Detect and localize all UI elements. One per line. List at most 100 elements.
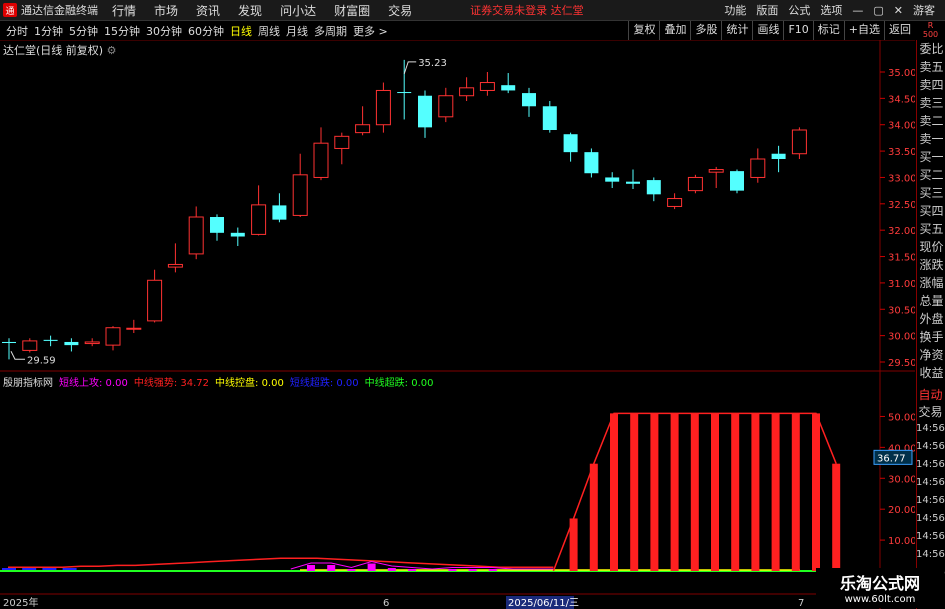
high-marker [403, 61, 417, 75]
menu-news[interactable]: 资讯 [196, 2, 220, 19]
candle-body [687, 176, 703, 192]
quote-buy4[interactable]: 买四 [917, 202, 945, 220]
mid-strong-bar [771, 413, 780, 571]
minimize-icon[interactable]: — [852, 4, 863, 17]
guest-label[interactable]: 游客 [913, 2, 935, 18]
quote-change-pct[interactable]: 涨幅 [917, 274, 945, 292]
quote-volume[interactable]: 总量 [917, 292, 945, 310]
quote-sell1[interactable]: 卖一 [917, 130, 945, 148]
candle-body [126, 327, 142, 330]
period-15min[interactable]: 15分钟 [104, 23, 140, 39]
period-30min[interactable]: 30分钟 [146, 23, 182, 39]
tool-back[interactable]: 返回 [884, 21, 915, 40]
watermark-url: www.60lt.com [844, 594, 916, 605]
quote-earnings[interactable]: 收益 [917, 364, 945, 382]
candle-body [479, 82, 495, 91]
trade-label[interactable]: 交易 [916, 403, 945, 420]
quote-sell3[interactable]: 卖三 [917, 94, 945, 112]
auto-label[interactable]: 自动 [916, 386, 945, 403]
menu-trade[interactable]: 交易 [388, 2, 412, 19]
tool-mark[interactable]: 标记 [812, 21, 844, 40]
mid-strong-bar [711, 413, 719, 571]
quote-change[interactable]: 涨跌 [917, 256, 945, 274]
candle-body [188, 216, 204, 255]
quote-buy5[interactable]: 买五 [917, 220, 945, 238]
menu-wealth[interactable]: 财富圈 [334, 2, 370, 19]
short-attack-bar [367, 563, 376, 571]
candle-body [605, 177, 620, 182]
quote-turnover[interactable]: 换手 [917, 328, 945, 346]
tool-add-favorite[interactable]: +自选 [843, 21, 884, 40]
menu-formula[interactable]: 公式 [788, 2, 810, 18]
short-attack-bar [347, 569, 356, 571]
date-start: 2025年 [3, 596, 38, 609]
price-tick-label: 34.00 [888, 121, 915, 132]
high-label: 35.23 [418, 58, 447, 69]
low-marker [10, 351, 25, 360]
quote-buy1[interactable]: 买一 [917, 148, 945, 166]
menu-layout[interactable]: 版面 [756, 2, 778, 18]
mid-strong-bar [650, 413, 659, 571]
menu-options[interactable]: 选项 [820, 2, 842, 18]
quote-ratio[interactable]: 委比 [917, 40, 945, 58]
tool-statistics[interactable]: 统计 [721, 21, 752, 40]
indicator-name[interactable]: 殷朋指标网 [3, 374, 53, 389]
close-icon[interactable]: ✕ [894, 4, 903, 17]
app-title: 通达信金融终端 [21, 4, 98, 17]
period-5min[interactable]: 5分钟 [69, 23, 98, 39]
menu-markets[interactable]: 市场 [154, 2, 178, 19]
maximize-icon[interactable]: ▢ [873, 4, 883, 17]
candle-body [791, 129, 807, 155]
menu-market[interactable]: 行情 [112, 2, 136, 19]
candle-body [771, 153, 786, 159]
candle-body [230, 232, 245, 237]
price-tick-label: 33.00 [888, 173, 915, 184]
candle-body [105, 327, 121, 346]
quote-net-asset[interactable]: 净资 [917, 346, 945, 364]
settings-icon[interactable]: ⚙ [107, 44, 117, 57]
period-daily[interactable]: 日线 [230, 23, 252, 39]
period-multi[interactable]: 多周期 [314, 23, 347, 39]
candle-body [626, 181, 640, 184]
legend-short-oversold: 短线超跌: 0.00 [289, 378, 359, 389]
period-60min[interactable]: 60分钟 [188, 23, 224, 39]
price-tick-label: 34.50 [888, 94, 915, 105]
tool-restore-rights[interactable]: 复权 [628, 21, 659, 40]
quote-sell2[interactable]: 卖二 [917, 112, 945, 130]
candle-body [522, 93, 536, 107]
period-monthly[interactable]: 月线 [286, 23, 308, 39]
quote-outer[interactable]: 外盘 [917, 310, 945, 328]
price-tick-label: 32.50 [888, 200, 915, 211]
menu-ask[interactable]: 问小达 [280, 2, 316, 19]
login-notice[interactable]: 证券交易未登录 达仁堂 [470, 2, 584, 18]
tool-multi-stock[interactable]: 多股 [690, 21, 721, 40]
quote-sell5[interactable]: 卖五 [917, 58, 945, 76]
kline-chart[interactable]: 35.00 34.50 34.00 33.50 33.00 32.50 32.00 31.50… [0, 40, 915, 609]
menu-discover[interactable]: 发现 [238, 2, 262, 19]
short-attack-bar [488, 569, 497, 571]
period-timeshare[interactable]: 分时 [6, 23, 28, 39]
tool-draw-line[interactable]: 画线 [752, 21, 783, 40]
quote-price[interactable]: 现价 [917, 238, 945, 256]
quote-buy2[interactable]: 买二 [917, 166, 945, 184]
menu-function[interactable]: 功能 [724, 2, 746, 18]
tool-overlay[interactable]: 叠加 [659, 21, 690, 40]
quote-buy3[interactable]: 买三 [917, 184, 945, 202]
quote-sell4[interactable]: 卖四 [917, 76, 945, 94]
menu-bar: 通 通达信金融终端 行情 市场 资讯 发现 问小达 财富圈 交易 证券交易未登录… [0, 0, 945, 21]
mid-strong-wave [8, 557, 554, 568]
period-more[interactable]: 更多 > [353, 23, 388, 39]
price-tick-label: 31.00 [888, 279, 915, 290]
tool-f10[interactable]: F10 [783, 21, 812, 40]
indicator-side-panel: 自动 交易 14:56 14:56 14:56 14:56 14:56 14:5… [916, 386, 945, 582]
period-1min[interactable]: 1分钟 [34, 23, 63, 39]
candle-body [355, 124, 371, 134]
candle-body [708, 169, 724, 173]
period-weekly[interactable]: 周线 [258, 23, 280, 39]
mid-strong-bar [670, 413, 679, 571]
low-label: 29.59 [27, 355, 56, 366]
time-row: 14:56 [916, 513, 945, 524]
short-attack-bar [448, 569, 457, 571]
price-tick-label: 33.50 [888, 147, 915, 158]
candle-body [272, 205, 287, 220]
